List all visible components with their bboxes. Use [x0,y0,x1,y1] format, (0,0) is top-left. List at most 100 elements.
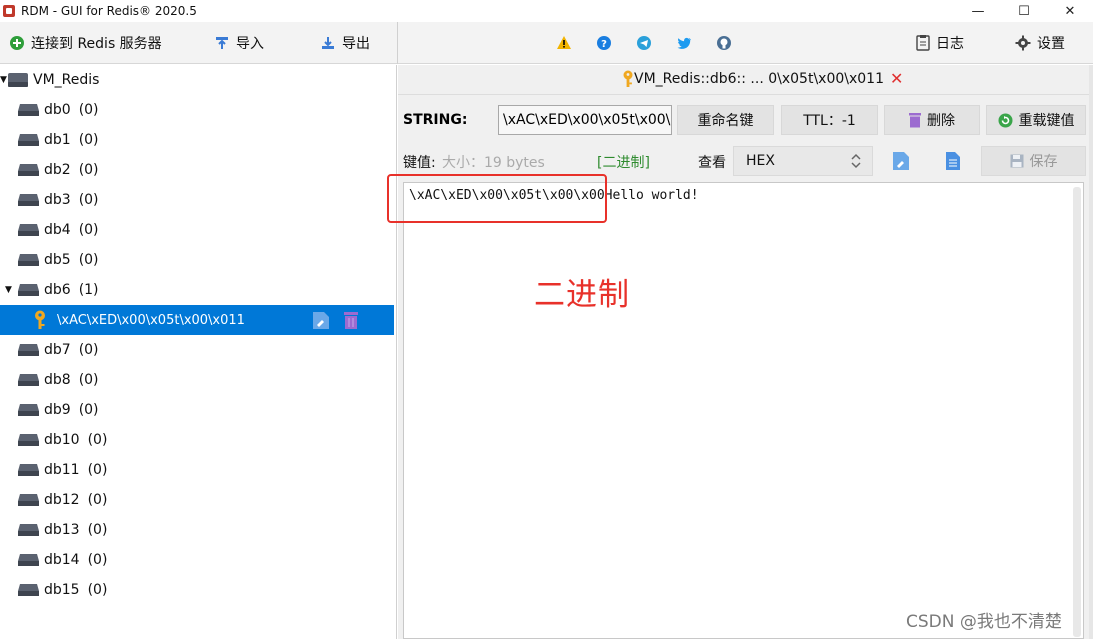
ttl-label: TTL：-1 [803,113,856,129]
key-name-value: \xAC\xED\x00\x05t\x00\x011 [503,112,671,128]
settings-button[interactable]: 设置 [1015,22,1065,64]
import-icon [214,35,230,51]
save-button[interactable]: 保存 [981,146,1086,176]
connection-tree: ▼ VM_Redis db0 (0) db1 (0) db2 (0) db3 (0) d… [0,65,397,639]
svg-text:?: ? [601,39,607,50]
database-icon [18,194,39,206]
ttl-button[interactable]: TTL：-1 [781,105,878,135]
tree-db-item[interactable]: db9 (0) [0,395,394,425]
size-label: 大小：19 bytes [442,155,545,171]
reload-value-button[interactable]: 重载键值 [986,105,1086,135]
reload-label: 重载键值 [1018,113,1075,129]
edit-key-icon[interactable] [312,311,330,330]
tree-db-item-expanded[interactable]: ▼ db6 (1) [0,275,394,305]
connect-server-button[interactable]: 连接到 Redis 服务器 [9,22,162,64]
db-count: (0) [78,342,99,358]
tree-db-item[interactable]: db11 (0) [0,455,394,485]
db-name: db3 [44,192,71,208]
key-name-field[interactable]: \xAC\xED\x00\x05t\x00\x011 [498,105,672,135]
log-icon [916,35,930,51]
db-count: (0) [78,372,99,388]
db-name: db10 [44,432,80,448]
save-icon [1010,154,1024,168]
tab-key-editor[interactable]: VM_Redis::db6:: ... 0\x05t\x00\x011 ✕ [622,69,903,88]
title-bar: RDM - GUI for Redis® 2020.5 — ☐ ✕ [0,0,1093,22]
database-icon [18,434,39,446]
close-tab-icon[interactable]: ✕ [890,69,903,88]
tree-db-item[interactable]: db0 (0) [0,95,394,125]
expand-arrow-icon[interactable]: ▼ [5,285,15,295]
db-name: db7 [44,342,71,358]
import-button[interactable]: 导入 [214,22,264,64]
tree-db-item[interactable]: db12 (0) [0,485,394,515]
add-circle-icon [9,35,25,51]
database-icon [18,404,39,416]
server-name: VM_Redis [33,72,100,88]
tree-db-item[interactable]: db13 (0) [0,515,394,545]
key-icon [623,70,633,87]
watermark: CSDN @我也不清楚 [906,612,1062,632]
text-view-icon[interactable] [945,151,961,171]
db-name: db14 [44,552,80,568]
db-count: (0) [87,492,108,508]
export-button[interactable]: 导出 [320,22,370,64]
server-icon [8,73,28,87]
db-count: (0) [78,252,99,268]
tree-server-vm-redis[interactable]: ▼ VM_Redis [0,65,394,95]
tree-db-item[interactable]: db14 (0) [0,545,394,575]
value-editor[interactable]: \xAC\xED\x00\x05t\x00\x00Hello world! [403,182,1084,639]
rename-label: 重命名键 [697,113,754,129]
window-title: RDM - GUI for Redis® 2020.5 [21,4,197,18]
database-icon [18,344,39,356]
delete-key-button[interactable]: 删除 [884,105,980,135]
database-icon [18,464,39,476]
gear-icon [1015,35,1031,51]
export-label: 导出 [342,36,370,52]
db-count: (0) [78,222,99,238]
db-count: (0) [78,102,99,118]
db-name: db5 [44,252,71,268]
rename-key-button[interactable]: 重命名键 [677,105,774,135]
log-label: 日志 [936,36,964,52]
minimize-button[interactable]: — [955,0,1001,22]
tree-db-item[interactable]: db7 (0) [0,335,394,365]
db-count: (0) [87,462,108,478]
editor-scrollbar[interactable] [1073,187,1081,637]
tree-db-item[interactable]: db5 (0) [0,245,394,275]
key-icon [35,310,45,329]
db-name: db4 [44,222,71,238]
warning-icon[interactable] [556,35,572,51]
key-editor-panel: VM_Redis::db6:: ... 0\x05t\x00\x011 ✕ ST… [398,65,1093,639]
db-count: (0) [78,132,99,148]
close-window-button[interactable]: ✕ [1047,0,1093,22]
view-format-select[interactable]: HEX [733,146,873,176]
tree-db-item[interactable]: db15 (0) [0,575,394,605]
panel-scrollbar[interactable] [1089,65,1093,639]
github-icon[interactable] [716,35,732,51]
tree-db-item[interactable]: db2 (0) [0,155,394,185]
twitter-icon[interactable] [676,35,692,51]
telegram-icon[interactable] [636,35,652,51]
help-icon[interactable]: ? [596,35,612,51]
export-icon [320,35,336,51]
tree-db-item[interactable]: db8 (0) [0,365,394,395]
db-name: db0 [44,102,71,118]
tree-db-item[interactable]: db1 (0) [0,125,394,155]
db-count: (0) [87,552,108,568]
copy-value-icon[interactable] [892,151,910,171]
db-name: db8 [44,372,71,388]
trash-icon[interactable] [343,311,359,330]
tree-key-item-selected[interactable]: \xAC\xED\x00\x05t\x00\x011 [0,305,394,335]
log-button[interactable]: 日志 [916,22,964,64]
tab-bar: VM_Redis::db6:: ... 0\x05t\x00\x011 ✕ [398,65,1091,95]
tree-db-item[interactable]: db10 (0) [0,425,394,455]
maximize-button[interactable]: ☐ [1001,0,1047,22]
tab-title: VM_Redis::db6:: ... 0\x05t\x00\x011 [634,70,884,87]
db-count: (0) [87,432,108,448]
import-label: 导入 [236,36,264,52]
app-logo-icon [3,5,15,17]
tree-db-item[interactable]: db4 (0) [0,215,394,245]
tree-db-item[interactable]: db3 (0) [0,185,394,215]
db-name: db1 [44,132,71,148]
db-count: (0) [78,192,99,208]
